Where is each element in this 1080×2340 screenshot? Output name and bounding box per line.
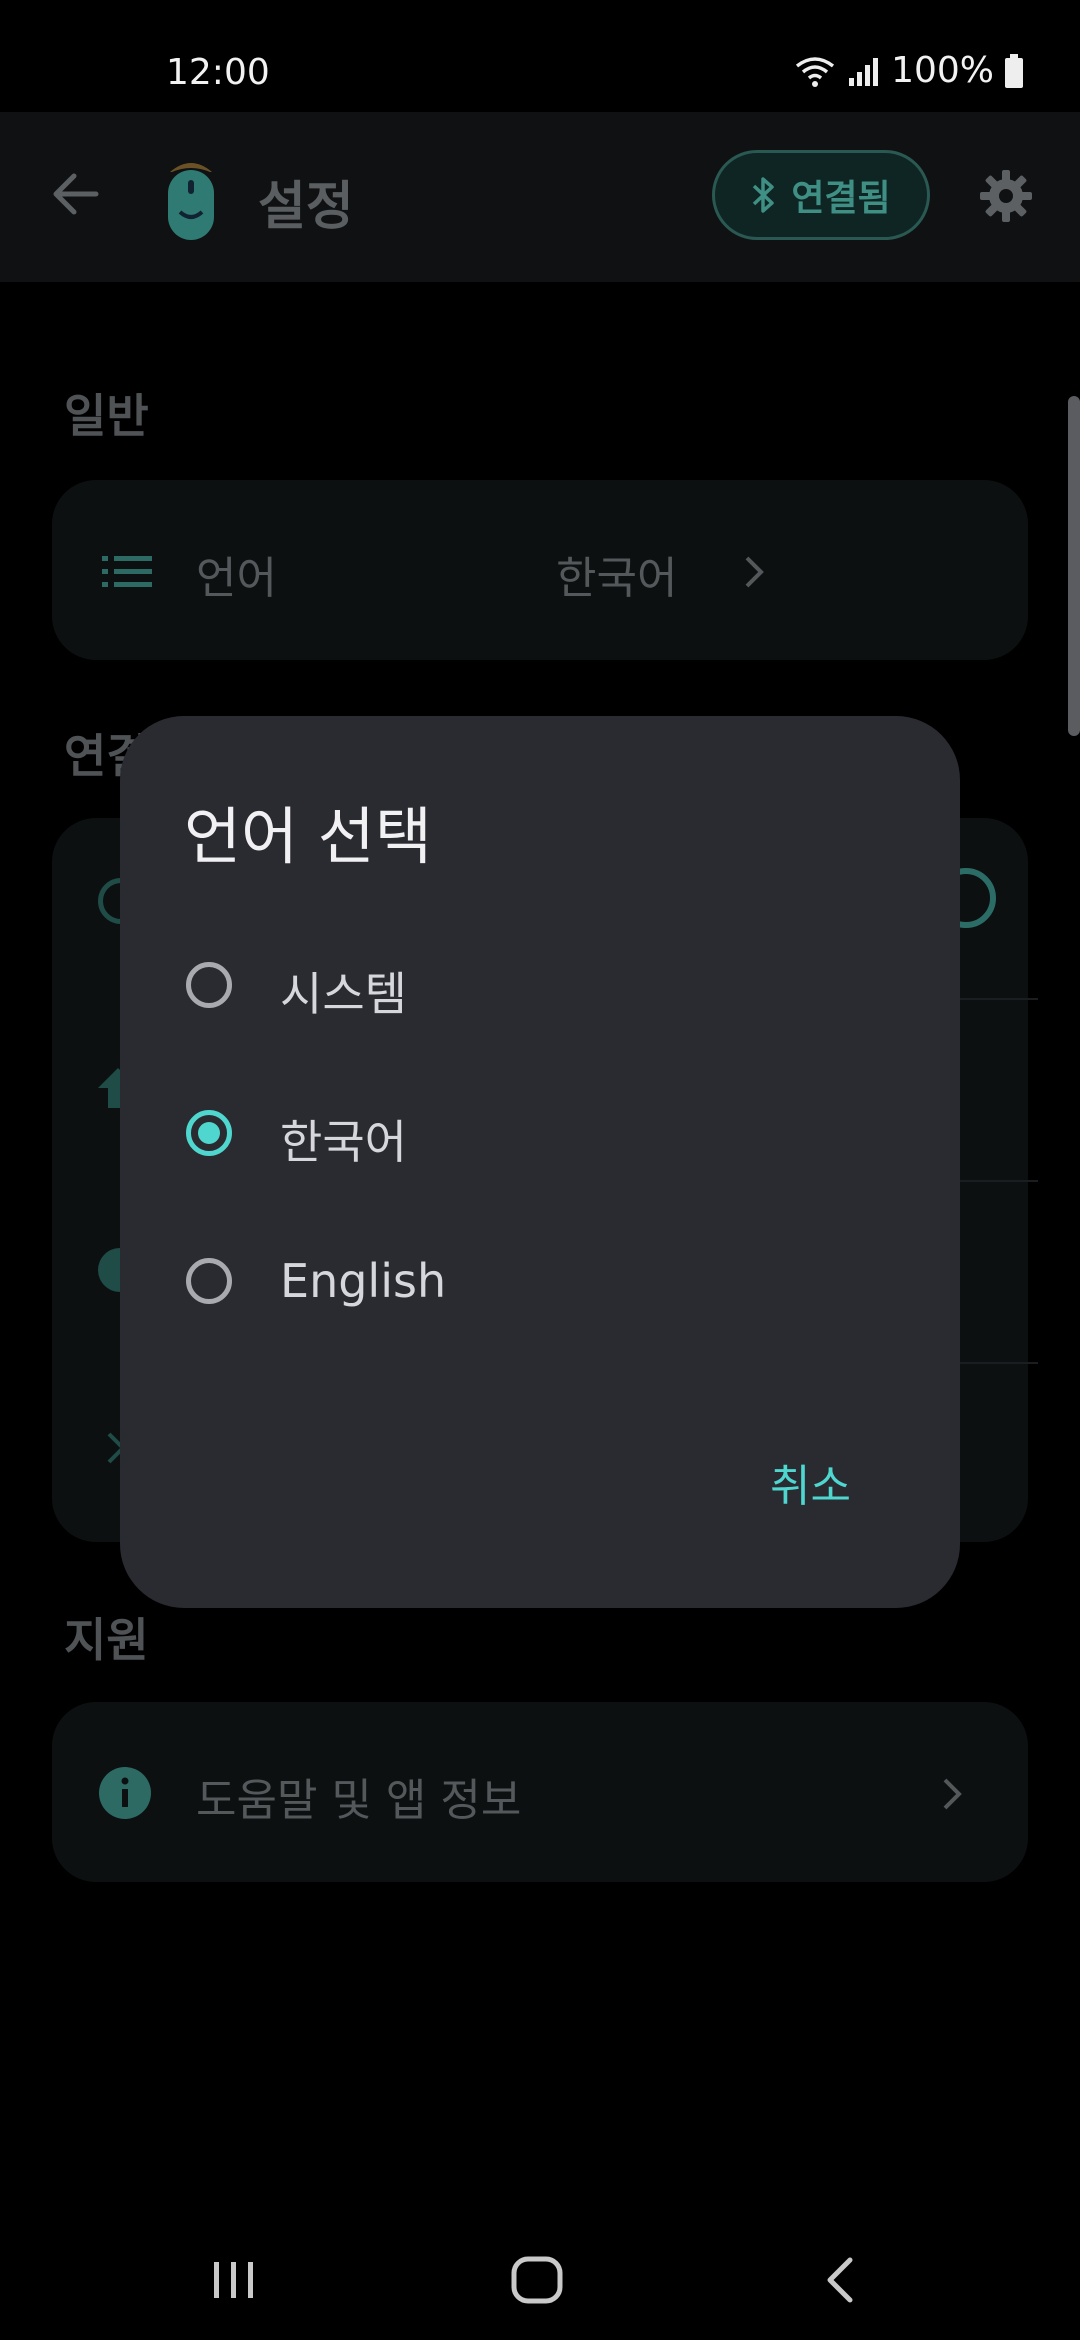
wifi-icon (796, 56, 835, 87)
info-icon (99, 1767, 151, 1819)
section-header-general: 일반 (64, 389, 149, 443)
list-icon (102, 556, 152, 587)
status-bar: 12:00 100% (0, 0, 1080, 112)
bluetooth-icon (753, 177, 775, 213)
radio-button-selected[interactable] (186, 1110, 232, 1156)
connection-status-label: 연결됨 (791, 178, 891, 219)
option-label: English (280, 1254, 447, 1308)
home-button-icon[interactable] (508, 2250, 568, 2310)
page-title: 설정 (258, 177, 354, 237)
radio-button[interactable] (186, 962, 232, 1008)
gear-icon[interactable] (978, 168, 1034, 224)
chevron-right-icon (745, 556, 764, 588)
battery-percent: 100% (891, 50, 994, 91)
dialog-title: 언어 선택 (184, 800, 432, 873)
signal-icon (849, 57, 879, 86)
chevron-right-icon (943, 1778, 962, 1810)
status-icons: 100% (793, 50, 1024, 91)
language-select-dialog: 언어 선택 시스템 한국어 English 취소 (120, 716, 960, 1608)
recent-apps-icon[interactable] (206, 2250, 262, 2310)
back-button-icon[interactable] (818, 2250, 862, 2310)
back-arrow-icon[interactable] (44, 162, 108, 226)
help-about-row[interactable]: 도움말 및 앱 정보 (52, 1702, 1028, 1882)
language-option-korean[interactable]: 한국어 (184, 1086, 884, 1186)
edge-panel-handle[interactable] (1068, 396, 1080, 736)
help-about-label: 도움말 및 앱 정보 (196, 1775, 522, 1826)
option-label: 시스템 (280, 967, 407, 1021)
language-option-system[interactable]: 시스템 (184, 938, 884, 1038)
language-setting-row[interactable]: 언어 한국어 (52, 480, 1028, 660)
radio-button[interactable] (186, 1258, 232, 1304)
status-time: 12:00 (166, 52, 270, 93)
option-label: 한국어 (280, 1115, 407, 1169)
language-label: 언어 (196, 553, 277, 604)
cancel-button[interactable]: 취소 (770, 1450, 851, 1514)
section-header-support: 지원 (64, 1613, 149, 1667)
language-option-english[interactable]: English (184, 1234, 884, 1334)
navigation-bar (0, 2220, 1080, 2340)
language-value: 한국어 (556, 553, 678, 604)
app-logo-mouse-icon (168, 163, 214, 240)
app-bar: 설정 연결됨 (0, 112, 1080, 282)
battery-icon (1005, 53, 1023, 88)
connection-status-button[interactable]: 연결됨 (712, 150, 930, 240)
